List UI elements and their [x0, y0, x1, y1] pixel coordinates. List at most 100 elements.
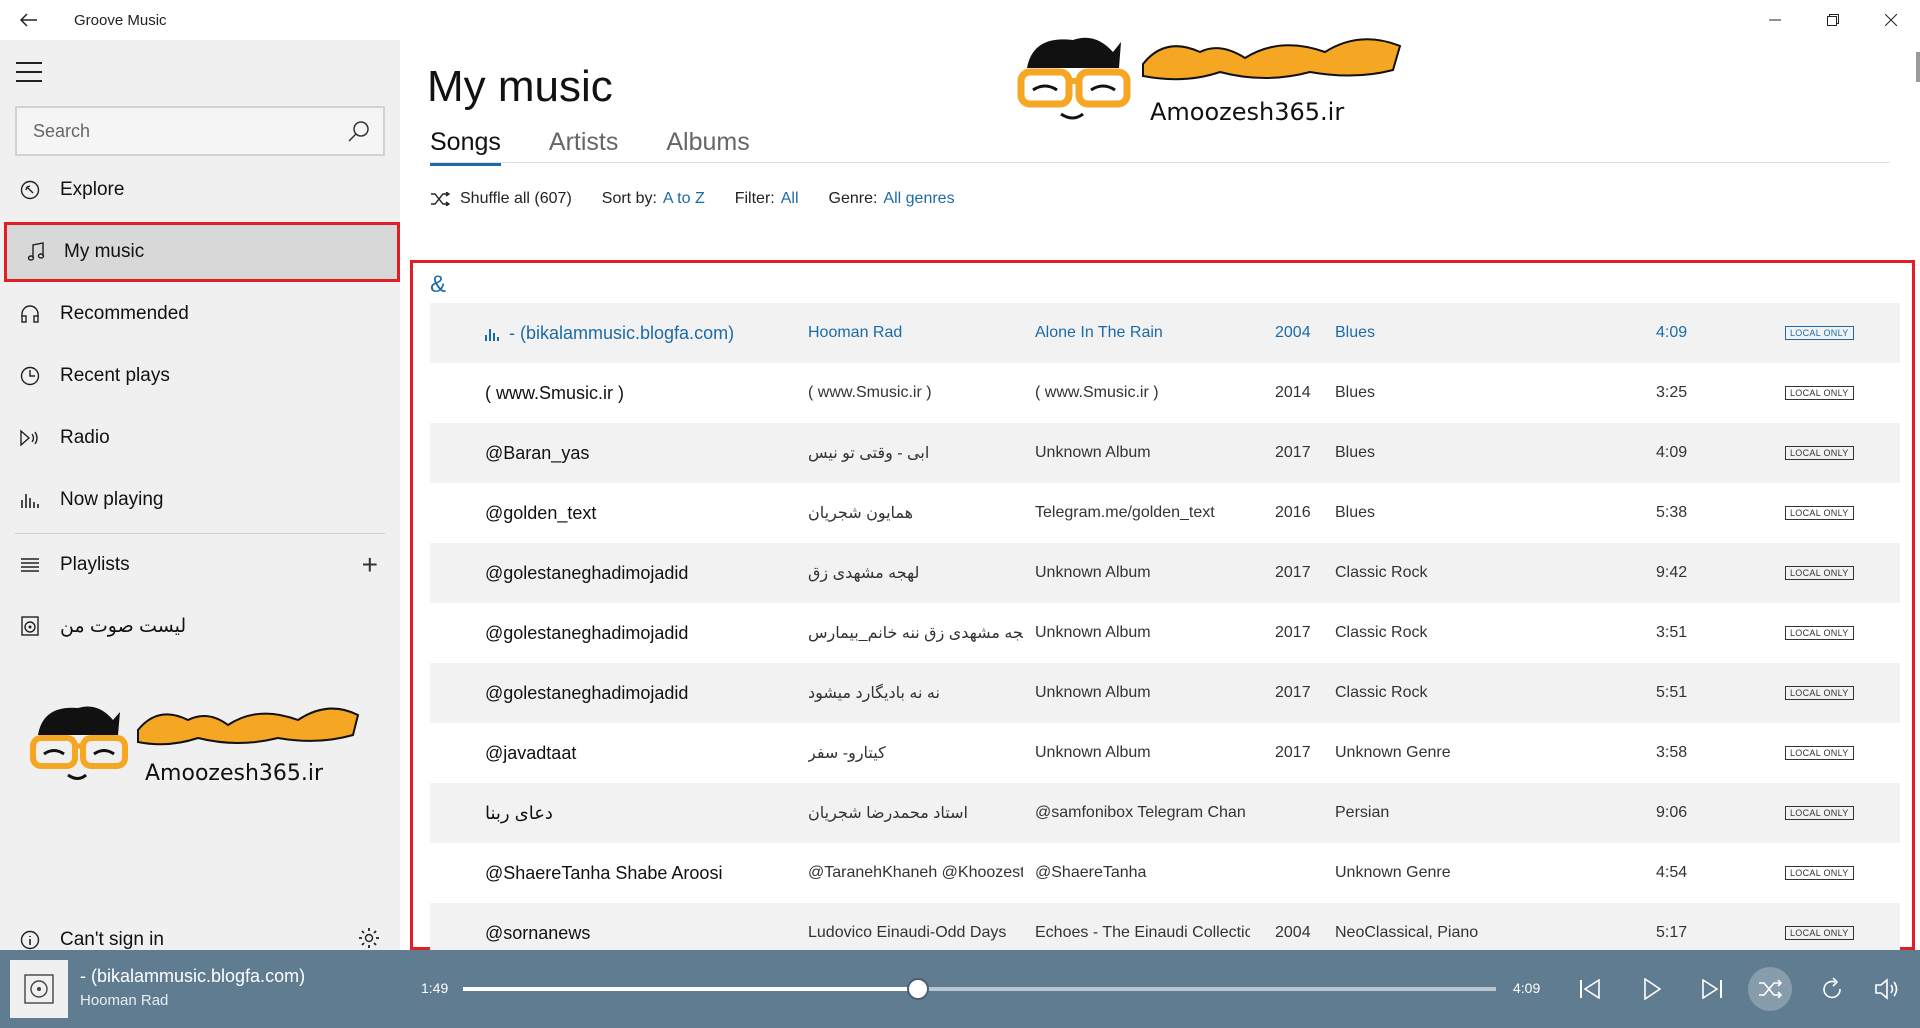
previous-icon [1580, 979, 1600, 999]
local-only-badge: LOCAL ONLY [1785, 926, 1854, 940]
sort-value[interactable]: A to Z [663, 190, 705, 207]
song-album[interactable]: Unknown Album [1035, 444, 1250, 462]
song-album[interactable]: @ShaereTanha [1035, 864, 1250, 882]
player-track-artist[interactable]: Hooman Rad [80, 992, 168, 1009]
song-title-text: @golestaneghadimojadid [485, 682, 689, 703]
next-button[interactable] [1694, 971, 1730, 1007]
sort-control[interactable]: Sort by: A to Z [602, 190, 705, 208]
restore-button[interactable] [1804, 0, 1862, 40]
title-bar: Groove Music [0, 0, 1920, 40]
song-row[interactable]: @golestaneghadimojadid لهجه مشهدی زق ننه … [430, 603, 1900, 663]
close-button[interactable] [1862, 0, 1920, 40]
nav-user-playlist-label: لیست صوت من [60, 615, 187, 637]
song-year: 2017 [1275, 744, 1311, 761]
restore-icon [1827, 14, 1839, 26]
song-row[interactable]: ( www.Smusic.ir ) ( www.Smusic.ir ) ( www.… [430, 363, 1900, 423]
nav-user-playlist[interactable]: لیست صوت من [0, 596, 400, 656]
main-scrollbar[interactable] [1914, 40, 1920, 950]
song-album[interactable]: Unknown Album [1035, 624, 1250, 642]
song-artist[interactable]: @TaranehKhaneh @Khoozest [808, 864, 1023, 882]
filter-value[interactable]: All [781, 190, 799, 207]
tab-albums[interactable]: Albums [666, 128, 749, 166]
radio-icon [0, 429, 60, 447]
song-row[interactable]: @golden_text همایون شجریان Telegram.me/gol… [430, 483, 1900, 543]
play-button[interactable] [1634, 971, 1670, 1007]
song-row[interactable]: @Baran_yas ابی - وقتی تو نیس Unknown Album… [430, 423, 1900, 483]
song-row[interactable]: @golestaneghadimojadid نه نه بادیگارد میش… [430, 663, 1900, 723]
song-row[interactable]: - (bikalammusic.blogfa.com) Hooman Rad Alo… [430, 303, 1900, 363]
song-artist[interactable]: ( www.Smusic.ir ) [808, 384, 1023, 402]
song-album[interactable]: Unknown Album [1035, 684, 1250, 702]
song-title: @javadtaat [485, 743, 805, 764]
song-genre: Classic Rock [1335, 564, 1428, 581]
seek-bar[interactable] [463, 978, 1496, 1000]
song-artist[interactable]: نه نه بادیگارد میشود [808, 683, 1023, 703]
tab-songs[interactable]: Songs [430, 128, 501, 166]
song-album[interactable]: Echoes - The Einaudi Collectic [1035, 924, 1250, 942]
genre-control[interactable]: Genre: All genres [829, 190, 955, 208]
group-letter-header[interactable]: & [430, 271, 446, 299]
app-title: Groove Music [74, 11, 167, 29]
song-artist[interactable]: لهجه مشهدی زق [808, 563, 1023, 583]
song-genre: Blues [1335, 384, 1376, 401]
search-icon[interactable] [335, 107, 383, 155]
nav-playlists[interactable]: Playlists + [0, 535, 400, 595]
local-only-badge: LOCAL ONLY [1785, 506, 1854, 520]
previous-button[interactable] [1572, 971, 1608, 1007]
volume-icon [1875, 978, 1898, 1000]
song-album[interactable]: ( www.Smusic.ir ) [1035, 384, 1250, 402]
nav-now-playing[interactable]: Now playing [0, 470, 400, 530]
album-art-icon[interactable] [10, 960, 68, 1018]
add-playlist-icon[interactable]: + [362, 549, 378, 581]
playlist-disc-icon [0, 616, 60, 636]
song-title: @golden_text [485, 503, 805, 524]
song-artist[interactable]: کیتارو- سفر [808, 743, 1023, 763]
song-title: @golestaneghadimojadid [485, 623, 805, 644]
song-artist[interactable]: Hooman Rad [808, 324, 1023, 342]
song-row[interactable]: @golestaneghadimojadid لهجه مشهدی زق Unkno… [430, 543, 1900, 603]
back-button[interactable] [0, 0, 58, 40]
seek-thumb[interactable] [906, 978, 929, 1000]
main-content: My music Amoozesh365.ir Songs Artists Al… [400, 37, 1920, 963]
nav-my-music[interactable]: My music [4, 222, 400, 282]
song-row[interactable]: @javadtaat کیتارو- سفر Unknown Album 2017 Un… [430, 723, 1900, 783]
sort-label: Sort by: [601, 190, 657, 207]
genre-value[interactable]: All genres [883, 190, 954, 207]
search-input[interactable] [17, 108, 335, 154]
song-duration: 3:51 [1656, 624, 1688, 641]
song-title: @ShaereTanha Shabe Aroosi [485, 863, 805, 884]
tab-artists[interactable]: Artists [549, 128, 618, 166]
song-album[interactable]: Unknown Album [1035, 744, 1250, 762]
hamburger-menu-icon[interactable] [16, 62, 42, 82]
playlist-icon [0, 557, 60, 573]
song-row[interactable]: دعای ربنا استاد محمدرضا شجریان @samfonibox… [430, 783, 1900, 843]
song-title-text: - (bikalammusic.blogfa.com) [509, 322, 735, 343]
song-artist[interactable]: Ludovico Einaudi-Odd Days [808, 924, 1023, 942]
repeat-button[interactable] [1814, 971, 1850, 1007]
song-artist[interactable]: همایون شجریان [808, 503, 1023, 523]
minimize-button[interactable] [1746, 0, 1804, 40]
song-artist[interactable]: لهجه مشهدی زق ننه خانم_بیمارس [808, 623, 1023, 643]
local-only-badge: LOCAL ONLY [1785, 806, 1854, 820]
nav-recommended[interactable]: Recommended [0, 284, 400, 344]
song-album[interactable]: Alone In The Rain [1035, 324, 1250, 342]
song-title: @golestaneghadimojadid [485, 563, 805, 584]
song-album[interactable]: Telegram.me/golden_text [1035, 504, 1250, 522]
sidebar: Explore My music Recommended Recent play… [0, 40, 400, 950]
nav-recent-plays[interactable]: Recent plays [0, 346, 400, 406]
song-row[interactable]: @ShaereTanha Shabe Aroosi @TaranehKhaneh … [430, 843, 1900, 903]
song-title-text: @golestaneghadimojadid [485, 622, 689, 643]
song-album[interactable]: Unknown Album [1035, 564, 1250, 582]
nav-radio[interactable]: Radio [0, 408, 400, 468]
music-note-icon [7, 242, 64, 262]
shuffle-toggle-button[interactable] [1748, 967, 1792, 1011]
player-track-title[interactable]: - (bikalammusic.blogfa.com) [80, 966, 305, 987]
filter-control[interactable]: Filter: All [735, 190, 799, 208]
song-artist[interactable]: استاد محمدرضا شجریان [808, 803, 1023, 823]
nav-explore[interactable]: Explore [0, 160, 400, 220]
shuffle-all-button[interactable]: Shuffle all (607) [430, 190, 572, 208]
volume-button[interactable] [1870, 971, 1906, 1007]
song-album[interactable]: @samfonibox Telegram Chan [1035, 804, 1250, 822]
sign-in-label: Can't sign in [60, 929, 164, 950]
song-artist[interactable]: ابی - وقتی تو نیس [808, 443, 1023, 463]
